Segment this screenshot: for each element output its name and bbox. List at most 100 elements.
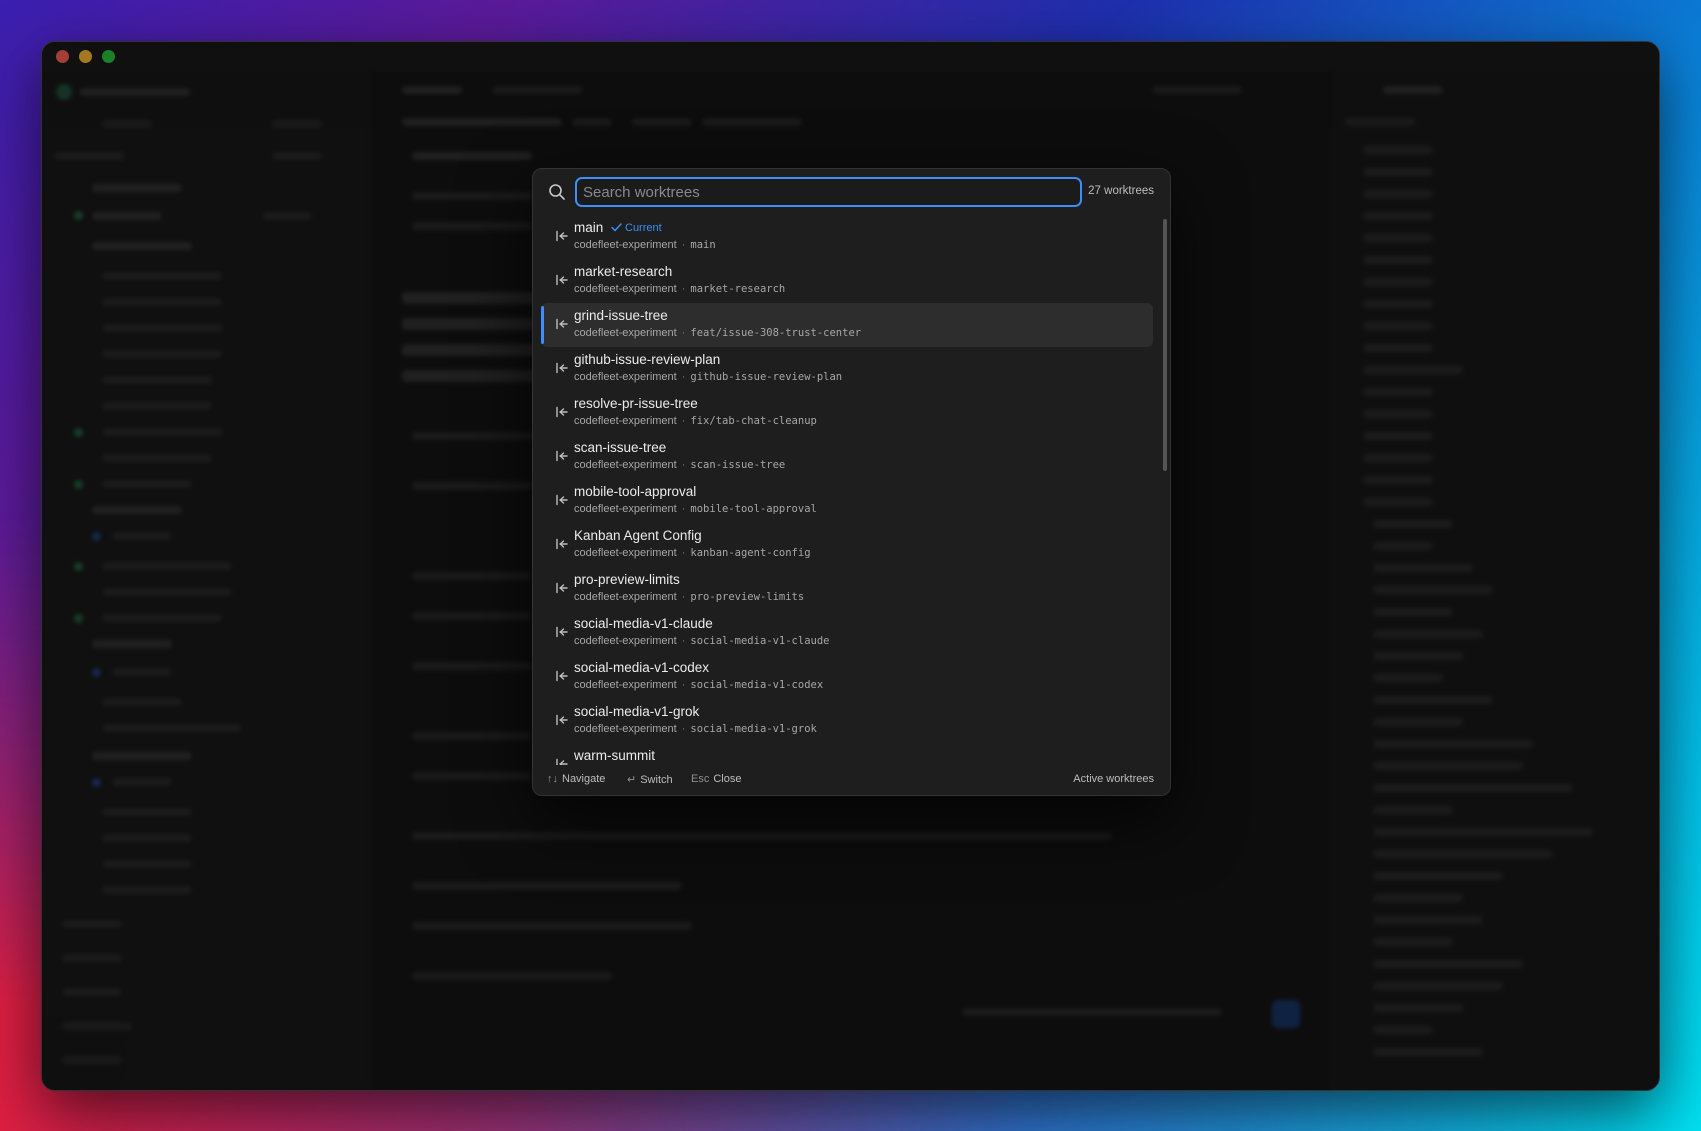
worktree-enter-icon	[556, 318, 568, 330]
worktree-enter-icon	[556, 450, 568, 462]
repo-name: codefleet-experiment	[574, 591, 677, 603]
separator-dot: ·	[681, 283, 686, 295]
worktree-enter-icon	[556, 406, 568, 418]
separator-dot: ·	[681, 415, 686, 427]
worktree-name: main	[574, 220, 604, 235]
worktree-name: Kanban Agent Config	[574, 528, 702, 543]
worktree-meta: codefleet-experiment · social-media-v1-cod…	[574, 679, 823, 691]
navigate-hint: ↑↓ Navigate	[547, 773, 605, 785]
worktree-name: social-media-v1-claude	[574, 616, 713, 631]
worktree-name: github-issue-review-plan	[574, 352, 721, 367]
worktree-meta: codefleet-experiment · kanban-agent-config	[574, 547, 811, 559]
branch-name: main	[690, 239, 716, 251]
list-scrollbar[interactable]	[1163, 219, 1167, 471]
separator-dot: ·	[681, 723, 686, 735]
worktree-meta: codefleet-experiment · social-media-v1-gro…	[574, 723, 817, 735]
worktree-enter-icon	[556, 714, 568, 726]
worktree-name: resolve-pr-issue-tree	[574, 396, 698, 411]
branch-name: fix/tab-chat-cleanup	[690, 415, 817, 427]
worktree-item[interactable]: resolve-pr-issue-tree codefleet-experimen…	[541, 391, 1153, 435]
worktree-meta: codefleet-experiment · market-research	[574, 283, 785, 295]
worktree-count: 27 worktrees	[1088, 185, 1154, 197]
branch-name: scan-issue-tree	[690, 459, 786, 471]
separator-dot: ·	[681, 679, 686, 691]
branch-name: mobile-tool-approval	[690, 503, 817, 515]
worktree-item[interactable]: social-media-v1-claude codefleet-experime…	[541, 611, 1153, 655]
search-input[interactable]	[575, 177, 1082, 207]
switch-label: Switch	[640, 774, 673, 786]
repo-name: codefleet-experiment	[574, 679, 677, 691]
worktree-item[interactable]: warm-summit	[541, 743, 1153, 765]
branch-name: pro-preview-limits	[690, 591, 805, 603]
worktree-item[interactable]: social-media-v1-codex codefleet-experimen…	[541, 655, 1153, 699]
worktree-meta: codefleet-experiment · fix/tab-chat-cleanu…	[574, 415, 817, 427]
repo-name: codefleet-experiment	[574, 415, 677, 427]
branch-name: market-research	[690, 283, 786, 295]
esc-key: Esc	[691, 773, 710, 785]
switch-hint: ↵ Switch	[627, 773, 673, 786]
current-badge: Current	[611, 222, 662, 234]
worktree-item[interactable]: main Current codefleet-experiment · main	[541, 215, 1153, 259]
worktree-meta: codefleet-experiment · pro-preview-limits	[574, 591, 804, 603]
worktree-item[interactable]: grind-issue-tree codefleet-experiment · fea…	[541, 303, 1153, 347]
navigate-key: ↑↓	[547, 773, 558, 785]
worktree-item[interactable]: mobile-tool-approval codefleet-experiment…	[541, 479, 1153, 523]
repo-name: codefleet-experiment	[574, 503, 677, 515]
separator-dot: ·	[681, 371, 686, 383]
worktree-name: pro-preview-limits	[574, 572, 680, 587]
close-label: Close	[713, 773, 742, 785]
scope-label: Active worktrees	[1073, 773, 1154, 785]
switch-key: ↵	[627, 774, 637, 786]
worktree-meta: codefleet-experiment · mobile-tool-approva…	[574, 503, 817, 515]
worktree-meta: codefleet-experiment · github-issue-review…	[574, 371, 842, 383]
separator-dot: ·	[681, 239, 686, 251]
worktree-list: main Current codefleet-experiment · main mark…	[533, 215, 1170, 765]
search-row: 27 worktrees	[533, 169, 1170, 215]
repo-name: codefleet-experiment	[574, 635, 677, 647]
worktree-meta: codefleet-experiment · scan-issue-tree	[574, 459, 785, 471]
worktree-name: grind-issue-tree	[574, 308, 668, 323]
repo-name: codefleet-experiment	[574, 327, 677, 339]
worktree-meta: codefleet-experiment · main	[574, 239, 716, 251]
search-icon	[549, 184, 565, 200]
worktree-enter-icon	[556, 494, 568, 506]
worktree-enter-icon	[556, 582, 568, 594]
worktree-name: scan-issue-tree	[574, 440, 667, 455]
worktree-enter-icon	[556, 274, 568, 286]
repo-name: codefleet-experiment	[574, 547, 677, 559]
repo-name: codefleet-experiment	[574, 723, 677, 735]
branch-name: social-media-v1-claude	[690, 635, 830, 647]
worktree-item[interactable]: scan-issue-tree codefleet-experiment · scan…	[541, 435, 1153, 479]
repo-name: codefleet-experiment	[574, 371, 677, 383]
worktree-enter-icon	[556, 362, 568, 374]
worktree-item[interactable]: social-media-v1-grok codefleet-experiment…	[541, 699, 1153, 743]
navigate-label: Navigate	[562, 773, 606, 785]
dialog-footer: ↑↓ Navigate ↵ Switch Esc Close Active workt…	[533, 765, 1170, 795]
branch-name: feat/issue-308-trust-center	[690, 327, 862, 339]
worktree-enter-icon	[556, 670, 568, 682]
worktree-enter-icon	[556, 758, 568, 765]
separator-dot: ·	[681, 503, 686, 515]
worktree-enter-icon	[556, 626, 568, 638]
worktree-name: warm-summit	[574, 748, 655, 763]
branch-name: social-media-v1-codex	[690, 679, 824, 691]
worktree-name: social-media-v1-codex	[574, 660, 710, 675]
branch-name: github-issue-review-plan	[690, 371, 843, 383]
repo-name: codefleet-experiment	[574, 239, 677, 251]
worktree-name: market-research	[574, 264, 673, 279]
separator-dot: ·	[681, 591, 686, 603]
repo-name: codefleet-experiment	[574, 459, 677, 471]
separator-dot: ·	[681, 327, 686, 339]
worktree-enter-icon	[556, 538, 568, 550]
worktree-item[interactable]: pro-preview-limits codefleet-experiment · p…	[541, 567, 1153, 611]
repo-name: codefleet-experiment	[574, 283, 677, 295]
worktree-meta: codefleet-experiment · social-media-v1-cla…	[574, 635, 829, 647]
close-hint: Esc Close	[691, 773, 741, 785]
worktree-item[interactable]: github-issue-review-plan codefleet-experi…	[541, 347, 1153, 391]
separator-dot: ·	[681, 547, 686, 559]
separator-dot: ·	[681, 635, 686, 647]
worktree-item[interactable]: market-research codefleet-experiment · mark…	[541, 259, 1153, 303]
worktree-name: mobile-tool-approval	[574, 484, 697, 499]
separator-dot: ·	[681, 459, 686, 471]
worktree-item[interactable]: Kanban Agent Config codefleet-experiment ·…	[541, 523, 1153, 567]
